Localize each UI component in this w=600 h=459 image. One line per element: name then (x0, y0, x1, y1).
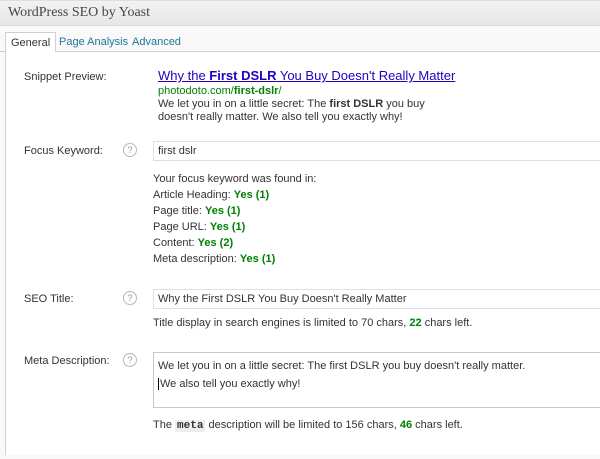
seo-metabox: WordPress SEO by Yoast General Page Anal… (0, 0, 600, 459)
seo-title-chars-left: 22 (409, 317, 422, 329)
tab-general[interactable]: General (5, 32, 57, 53)
meta-note-text-mid: description will be limited to 156 chars… (205, 419, 400, 431)
meta-note-text-end: chars left. (412, 419, 463, 431)
seo-title-input[interactable]: Why the First DSLR You Buy Doesn't Reall… (153, 289, 600, 309)
keyword-result-label: Content: (153, 237, 195, 249)
meta-description-note: The meta description will be limited to … (153, 419, 463, 432)
snippet-url-slash: / (278, 85, 282, 97)
snippet-preview-label: Snippet Preview: (24, 71, 107, 83)
keyword-result-value: Yes (1) (204, 205, 241, 217)
focus-keyword-help-icon[interactable]: ? (123, 143, 137, 157)
keyword-result-value: Yes (2) (197, 237, 234, 249)
snippet-url: photodoto.com/first-dslr/ (158, 85, 282, 97)
keyword-result-page-title: Page title: Yes (1) (153, 205, 240, 217)
seo-title-note: Title display in search engines is limit… (153, 317, 472, 329)
meta-description-line-2: We also tell you exactly why! (160, 378, 301, 390)
meta-note-text: The (153, 419, 176, 431)
meta-description-label: Meta Description: (24, 355, 110, 367)
keyword-result-page-url: Page URL: Yes (1) (153, 221, 245, 233)
seo-title-label: SEO Title: (24, 293, 74, 305)
text-cursor (158, 378, 159, 391)
metabox-title[interactable]: WordPress SEO by Yoast (0, 1, 600, 26)
keyword-result-value: Yes (1) (209, 221, 246, 233)
keyword-result-heading: Article Heading: Yes (1) (153, 189, 269, 201)
seo-title-note-text: Title display in search engines is limit… (153, 317, 410, 329)
keyword-found-intro: Your focus keyword was found in: (153, 173, 317, 185)
keyword-result-value: Yes (1) (233, 189, 270, 201)
meta-description-chars-left: 46 (399, 419, 413, 431)
meta-description-textarea[interactable]: We let you in on a little secret: The fi… (153, 352, 600, 408)
focus-keyword-label: Focus Keyword: (24, 145, 103, 157)
seo-title-help-icon[interactable]: ? (123, 291, 137, 305)
meta-description-help-icon[interactable]: ? (123, 353, 137, 367)
focus-keyword-input[interactable]: first dslr (153, 141, 600, 161)
snippet-title-text-end: You Buy Doesn't Really Matter (276, 68, 456, 83)
seo-title-note-end: chars left. (421, 317, 473, 329)
snippet-desc-keyword: first DSLR (329, 98, 384, 110)
meta-description-line-2-wrap: We also tell you exactly why! (158, 375, 600, 393)
meta-description-line-1: We let you in on a little secret: The fi… (158, 360, 526, 372)
keyword-result-label: Article Heading: (153, 189, 231, 201)
snippet-title-text: Why the (158, 68, 210, 83)
snippet-description: We let you in on a little secret: The fi… (158, 98, 458, 124)
snippet-title-keyword: First DSLR (209, 68, 277, 83)
meta-note-code: meta (175, 420, 206, 432)
keyword-result-content: Content: Yes (2) (153, 237, 233, 249)
keyword-result-label: Page URL: (153, 221, 207, 233)
snippet-url-domain: photodoto.com/ (158, 85, 234, 97)
keyword-result-value: Yes (1) (239, 253, 276, 265)
snippet-desc-text: We let you in on a little secret: The (158, 98, 330, 110)
keyword-result-label: Meta description: (153, 253, 237, 265)
keyword-result-meta-description: Meta description: Yes (1) (153, 253, 275, 265)
tab-page-analysis[interactable]: Page Analysis (54, 32, 133, 52)
keyword-result-label: Page title: (153, 205, 202, 217)
snippet-url-keyword: first-dslr (233, 85, 279, 97)
tab-bar: General Page Analysis Advanced (0, 26, 600, 53)
snippet-title[interactable]: Why the First DSLR You Buy Doesn't Reall… (158, 68, 455, 83)
tab-advanced[interactable]: Advanced (127, 32, 186, 52)
